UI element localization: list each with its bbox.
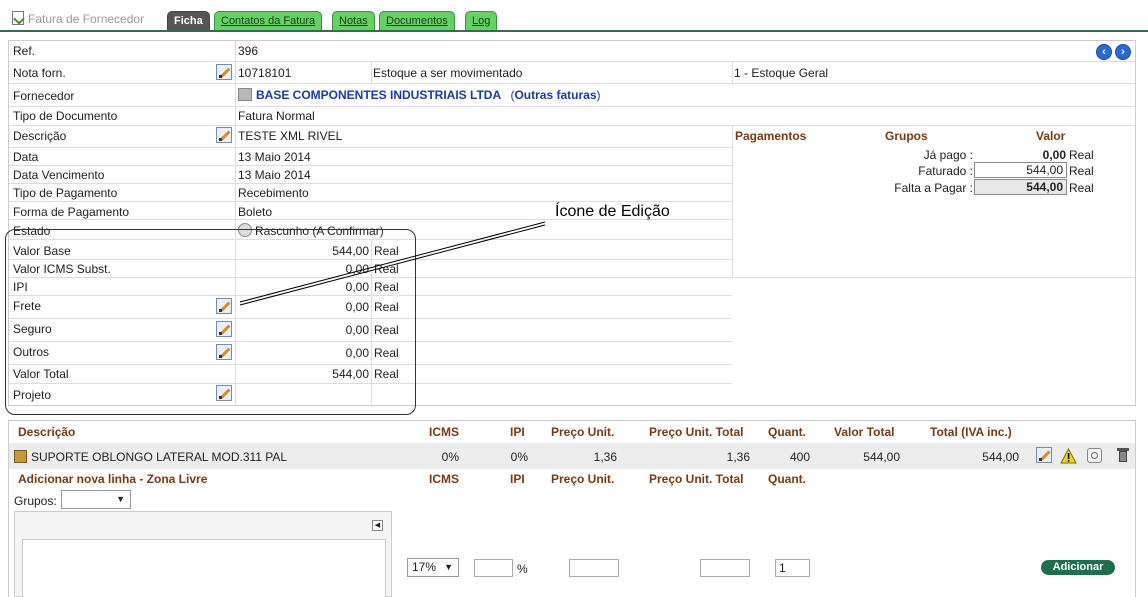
line-ipi: 0% [510,450,528,464]
adicionar-button[interactable]: Adicionar [1041,560,1115,575]
faturado-value: 544,00 [974,162,1067,178]
ja-pago-currency: Real [1069,148,1094,162]
grupos-label: Grupos: [14,494,57,508]
pagamentos-header: Pagamentos [735,129,807,143]
falta-value: 544,00 [974,179,1067,195]
description-editor: ◀ [14,511,392,597]
falta-currency: Real [1069,181,1094,195]
line-preco-unit-total: 1,36 [726,450,750,464]
line-descricao-text: SUPORTE OBLONGO LATERAL MOD.311 PAL [31,450,288,464]
ipi-percent: % [517,562,528,576]
col-descricao: Descrição [18,425,76,439]
grupos-header: Grupos [885,129,928,143]
add-line-title: Adicionar nova linha - Zona Livre [18,472,208,486]
preco-unit-input[interactable] [569,559,619,577]
quant-input[interactable]: 1 [775,559,810,577]
line-icms: 0% [441,450,459,464]
faturado-label: Faturado : [918,164,973,178]
grupos-select[interactable]: ▼ [61,490,131,509]
valor-header: Valor [1036,129,1066,143]
product-icon [14,450,27,463]
add-col-icms: ICMS [429,472,459,486]
col-valor-total: Valor Total [834,425,895,439]
line-descricao: SUPORTE OBLONGO LATERAL MOD.311 PAL [14,449,287,465]
add-col-quant: Quant. [768,472,806,486]
collapse-toolbar-icon[interactable]: ◀ [372,520,383,531]
ja-pago-label: Já pago : [923,148,973,162]
add-col-ipi: IPI [510,472,525,486]
preco-unit-total-input[interactable] [700,559,750,577]
falta-label: Falta a Pagar : [894,181,973,195]
add-col-preco-unit-total: Preço Unit. Total [649,472,744,486]
faturado-currency: Real [1069,164,1094,178]
col-ipi: IPI [510,425,525,439]
col-preco-unit: Preço Unit. [551,425,615,439]
search-icon[interactable] [1087,448,1102,463]
line-quant: 400 [789,450,810,464]
add-col-preco-unit: Preço Unit. [551,472,615,486]
col-total-iva: Total (IVA inc.) [930,425,1012,439]
line-valor-total: 544,00 [863,450,900,464]
icms-select-value: 17% [412,560,437,574]
ja-pago-value: 0,00 [1042,148,1066,162]
line-preco-unit: 1,36 [593,450,617,464]
warning-icon[interactable] [1060,448,1077,464]
description-textarea[interactable] [22,539,386,597]
col-icms: ICMS [429,425,459,439]
line-total-iva: 544,00 [982,450,1019,464]
edit-line-icon[interactable] [1036,447,1052,463]
col-preco-unit-total: Preço Unit. Total [649,425,744,439]
ipi-input[interactable] [474,559,513,577]
col-quant: Quant. [768,425,806,439]
delete-icon[interactable] [1117,447,1129,463]
icms-select[interactable]: 17% ▼ [407,558,459,577]
